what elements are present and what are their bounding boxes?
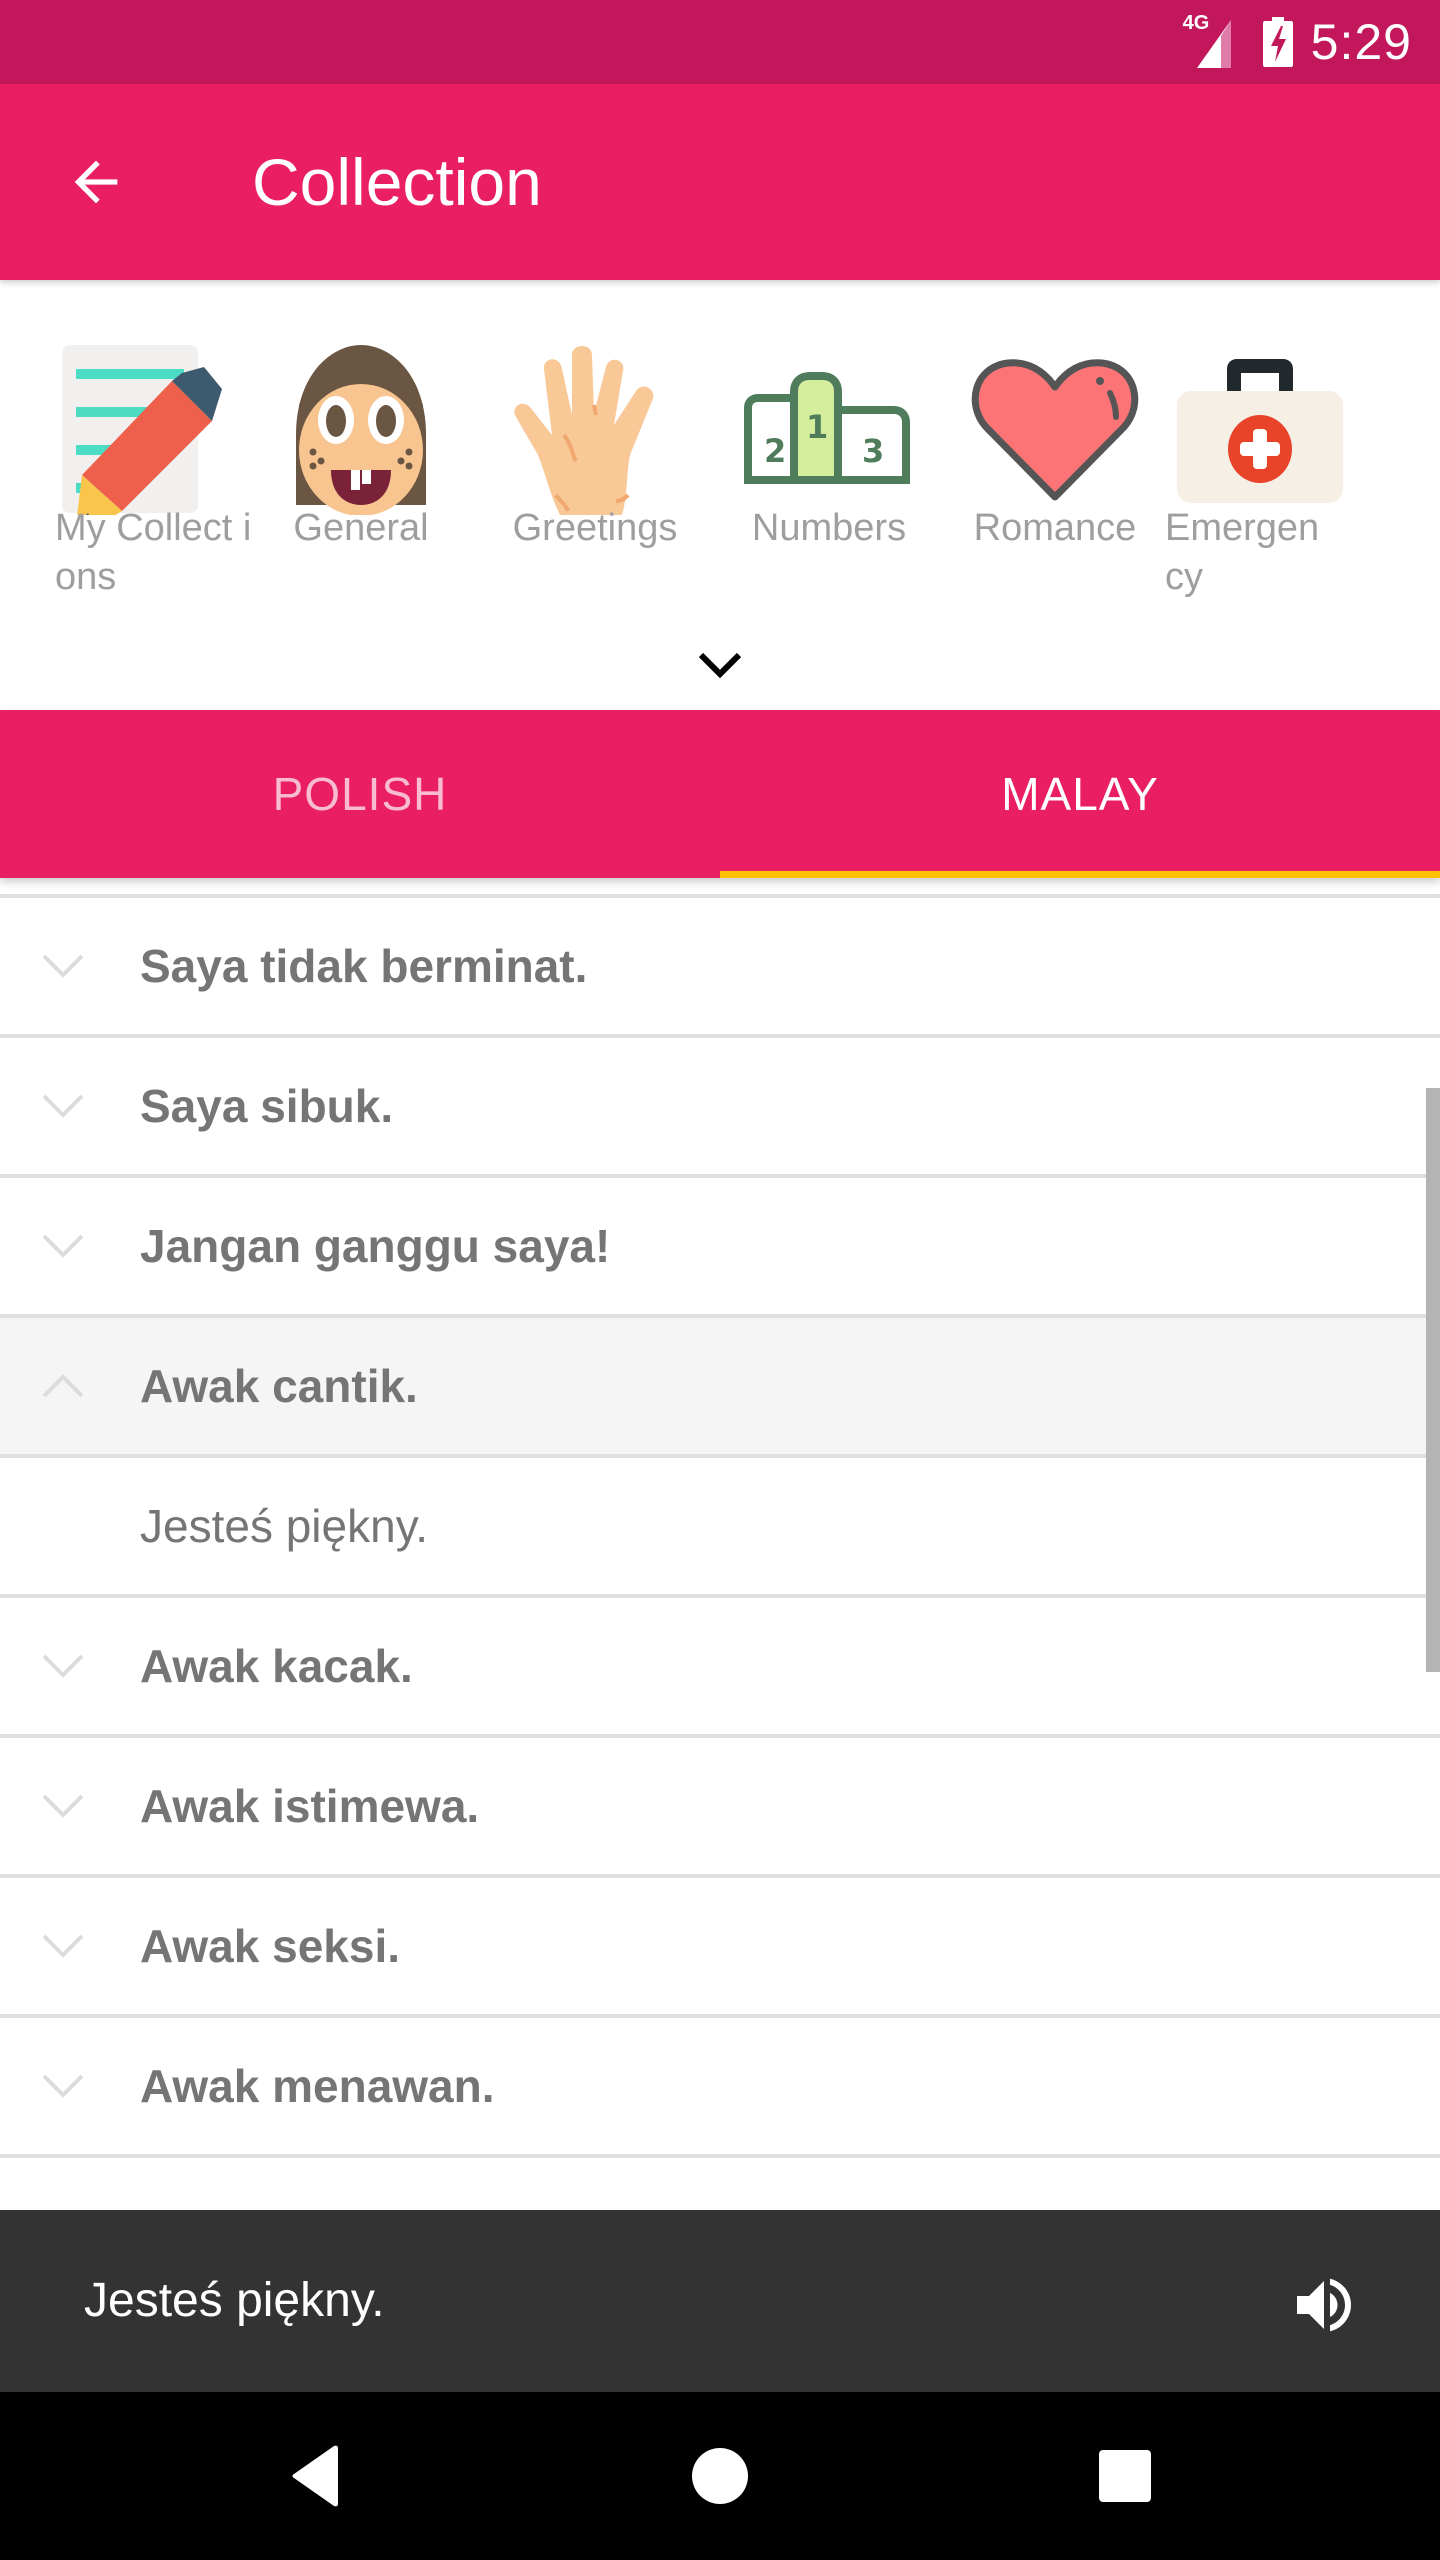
- chevron-down-icon: [42, 2074, 84, 2098]
- nav-back-button[interactable]: [276, 2436, 356, 2516]
- speaker-icon: [1297, 2278, 1351, 2332]
- signal-icon: 4G: [1182, 12, 1245, 70]
- girl-face-icon: [271, 340, 451, 520]
- category-label: General: [293, 507, 429, 549]
- page-title: Collection: [252, 145, 542, 219]
- phrase-text: Awak istimewa.: [140, 1780, 480, 1832]
- phrase-text: Saya tidak berminat.: [140, 940, 588, 992]
- player-phrase: Jesteś piękny.: [84, 2274, 385, 2327]
- phrase-row[interactable]: Saya sibuk.: [0, 1038, 1440, 1178]
- list-scrollbar[interactable]: [1426, 1088, 1440, 1672]
- chevron-down-icon: [42, 1934, 84, 1958]
- category-emergency[interactable]: Emergen cy: [1165, 330, 1440, 620]
- arrow-back-icon: [74, 160, 118, 204]
- waving-hand-icon: [505, 340, 685, 520]
- audio-player-bar: Jesteś piękny.: [0, 2210, 1440, 2392]
- category-label: My Collect ions: [55, 507, 252, 598]
- tab-label: MALAY: [1001, 768, 1159, 820]
- app-toolbar: Collection: [0, 84, 1440, 280]
- chevron-down-icon: [42, 954, 84, 978]
- phrase-text: Saya sibuk.: [140, 1080, 394, 1132]
- phrase-row[interactable]: Awak kacak.: [0, 1598, 1440, 1738]
- nav-home-icon: [692, 2448, 748, 2504]
- category-label: Emergen cy: [1165, 507, 1320, 598]
- category-strip: My Collect ions General Greetings 2 1 3 …: [0, 280, 1440, 710]
- network-type: 4G: [1182, 12, 1210, 34]
- phrase-list: Saya tidak berminat. Saya sibuk. Jangan …: [0, 878, 1440, 2210]
- phrase-row[interactable]: Awak menawan.: [0, 2018, 1440, 2158]
- nav-back-icon: [292, 2445, 338, 2507]
- svg-text:3: 3: [862, 432, 884, 470]
- tab-label: POLISH: [272, 768, 448, 820]
- category-my-collections[interactable]: My Collect ions: [0, 330, 251, 620]
- nav-recents-button[interactable]: [1085, 2436, 1165, 2516]
- status-icons: 4G 5:29: [1183, 0, 1412, 84]
- first-aid-kit-icon: [1170, 340, 1350, 520]
- podium-icon: 2 1 3: [739, 340, 919, 520]
- category-greetings[interactable]: Greetings: [477, 330, 713, 620]
- chevron-up-icon: [42, 1374, 84, 1398]
- phrase-row[interactable]: Awak istimewa.: [0, 1738, 1440, 1878]
- status-bar: 4G 5:29: [0, 0, 1440, 84]
- phrase-row[interactable]: Jangan ganggu saya!: [0, 1178, 1440, 1318]
- phrase-translation-row: Jesteś piękny.: [0, 1458, 1440, 1598]
- category-numbers[interactable]: 2 1 3 Numbers: [713, 330, 945, 620]
- play-audio-button[interactable]: [1284, 2265, 1364, 2345]
- category-label: Romance: [973, 507, 1137, 549]
- tab-indicator: [720, 871, 1440, 878]
- chevron-down-icon: [42, 1234, 84, 1258]
- phrase-row-expanded[interactable]: Awak cantik.: [0, 1318, 1440, 1458]
- phrase-row[interactable]: Awak seksi.: [0, 1878, 1440, 2018]
- notepad-pencil-icon: [47, 340, 227, 520]
- chevron-down-icon: [42, 1094, 84, 1118]
- nav-recents-icon: [1099, 2450, 1151, 2502]
- expand-categories-button[interactable]: [690, 640, 750, 690]
- nav-home-button[interactable]: [680, 2436, 760, 2516]
- category-label: Numbers: [751, 507, 907, 549]
- category-romance[interactable]: Romance: [945, 330, 1165, 620]
- tab-malay[interactable]: MALAY: [720, 710, 1440, 878]
- phrase-row[interactable]: Saya tidak berminat.: [0, 898, 1440, 1038]
- clock: 5:29: [1310, 14, 1412, 70]
- battery-charging-icon: [1262, 17, 1293, 67]
- back-button[interactable]: [56, 142, 136, 222]
- language-tabs: POLISH MALAY: [0, 710, 1440, 878]
- tab-polish[interactable]: POLISH: [0, 710, 720, 878]
- svg-text:1: 1: [806, 408, 828, 446]
- heart-icon: [965, 340, 1145, 520]
- phrase-text: Awak kacak.: [140, 1640, 413, 1692]
- phrase-text: Awak seksi.: [140, 1920, 401, 1972]
- category-label: Greetings: [512, 507, 678, 549]
- translation-text: Jesteś piękny.: [140, 1500, 429, 1552]
- phrase-text: Awak menawan.: [140, 2060, 495, 2112]
- phrase-text: Jangan ganggu saya!: [140, 1220, 611, 1272]
- system-nav-bar: [0, 2392, 1440, 2560]
- chevron-down-icon: [698, 652, 742, 679]
- list-divider: [0, 878, 1440, 898]
- chevron-down-icon: [42, 1794, 84, 1818]
- svg-text:2: 2: [764, 432, 786, 470]
- chevron-down-icon: [42, 1654, 84, 1678]
- phrase-text: Awak cantik.: [140, 1360, 418, 1412]
- category-general[interactable]: General: [245, 330, 477, 620]
